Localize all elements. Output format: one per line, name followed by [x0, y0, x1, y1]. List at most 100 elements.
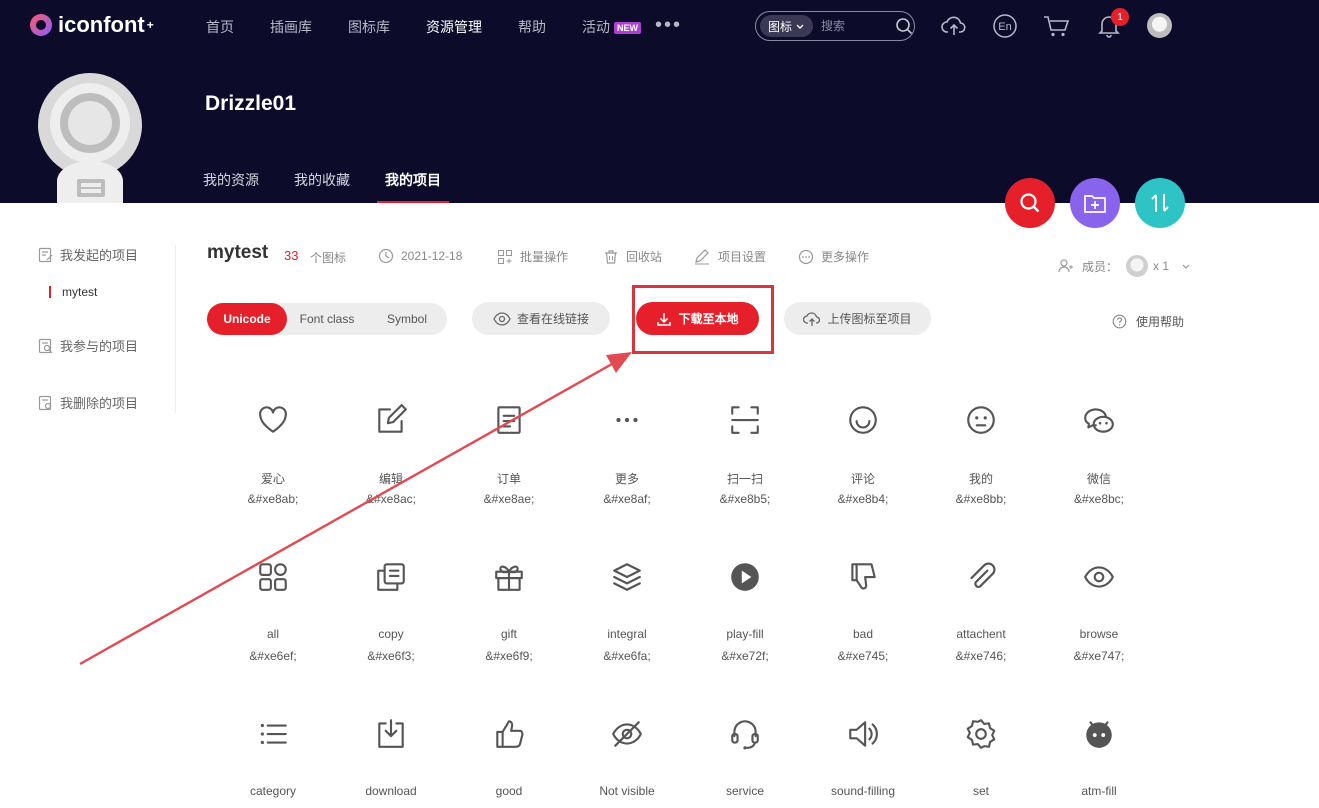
icon-card[interactable]: sound-filling [804, 714, 922, 806]
mode-unicode[interactable]: Unicode [207, 303, 287, 335]
icon-name: play-fill [726, 627, 764, 641]
nav-illustrations[interactable]: 插画库 [270, 17, 312, 37]
recycle-bin-button[interactable]: 回收站 [603, 248, 662, 265]
icon-card[interactable]: attachent &#xe746; [922, 557, 1040, 663]
icon-card[interactable]: browse &#xe747; [1040, 557, 1158, 663]
members-icon [1058, 259, 1073, 273]
cloud-upload-icon [803, 311, 821, 326]
document-settings-icon [38, 395, 52, 410]
username: Drizzle01 [205, 92, 297, 115]
comment-icon [804, 400, 922, 440]
icon-card[interactable]: 扫一扫 &#xe8b5; [686, 400, 804, 506]
search-type-select[interactable]: 图标 [760, 15, 814, 37]
icon-name: 编辑 [378, 472, 403, 486]
search-icon[interactable] [895, 17, 913, 35]
icon-card[interactable]: service [686, 714, 804, 806]
icon-unicode: &#xe8b5; [719, 492, 771, 506]
nav-icon-library[interactable]: 图标库 [348, 17, 390, 37]
usage-help-label: 使用帮助 [1136, 315, 1185, 329]
icon-card[interactable]: 评论 &#xe8b4; [804, 400, 922, 506]
icon-unicode: &#xe6fa; [603, 649, 651, 663]
nav-resource-management[interactable]: 资源管理 [426, 17, 482, 37]
icon-name: category [249, 784, 297, 798]
nav-activity[interactable]: 活动 NEW [582, 17, 641, 37]
project-date: 2021-12-18 [378, 248, 462, 264]
batch-operation-button[interactable]: 批量操作 [497, 248, 568, 265]
sidebar-item-deleted[interactable]: 我删除的项目 [38, 393, 138, 412]
upload-cloud-icon[interactable] [940, 12, 968, 40]
clock-icon [378, 248, 394, 264]
search-type-label: 图标 [768, 19, 793, 34]
document-search-icon [38, 338, 53, 353]
sidebar-item-label: 我参与的项目 [60, 339, 139, 354]
icon-card[interactable]: play-fill &#xe72f; [686, 557, 804, 663]
icon-name: 爱心 [260, 472, 285, 486]
icon-unicode: &#xe6f9; [485, 649, 533, 663]
search-input[interactable] [821, 19, 892, 33]
notification-count: 1 [1111, 8, 1129, 26]
profile-avatar [37, 73, 143, 203]
fab-search-button[interactable] [1005, 178, 1055, 228]
icon-card[interactable]: 编辑 &#xe8ac; [332, 400, 450, 506]
fab-sort-button[interactable] [1135, 178, 1185, 228]
category-icon [214, 714, 332, 754]
sidebar-project-mytest[interactable]: mytest [49, 286, 97, 298]
cart-icon[interactable] [1042, 12, 1070, 40]
tab-my-resources[interactable]: 我的资源 [203, 170, 259, 190]
icon-name: gift [500, 627, 517, 641]
upload-icons-button[interactable]: 上传图标至项目 [784, 302, 931, 335]
icon-card[interactable]: 我的 &#xe8bb; [922, 400, 1040, 506]
svg-text:En: En [998, 21, 1011, 33]
grid-icon [498, 249, 512, 264]
project-date-text: 2021-12-18 [401, 249, 463, 263]
nav-more-button[interactable]: ••• [655, 14, 682, 37]
icon-count-label: 个图标 [310, 251, 347, 265]
members-count: x 1 [1153, 259, 1170, 273]
icon-unicode: &#xe745; [837, 649, 889, 663]
icon-card[interactable]: atm-fill [1040, 714, 1158, 806]
icon-card[interactable]: Not visible [568, 714, 686, 806]
profile-tabs: 我的资源 我的收藏 我的项目 [203, 170, 476, 203]
mode-symbol[interactable]: Symbol [367, 303, 447, 335]
chevron-down-icon [796, 24, 804, 29]
notification-bell[interactable]: 1 [1095, 8, 1129, 40]
pencil-icon [695, 248, 709, 264]
not-visible-icon [568, 714, 686, 754]
icon-card[interactable]: copy &#xe6f3; [332, 557, 450, 663]
more-operations-button[interactable]: 更多操作 [798, 248, 869, 265]
nav-help[interactable]: 帮助 [518, 17, 546, 37]
icon-name: 更多 [614, 472, 639, 486]
icon-card[interactable]: set [922, 714, 1040, 806]
icon-name: Not visible [599, 784, 655, 798]
icon-card[interactable]: good [450, 714, 568, 806]
icon-card[interactable]: integral &#xe6fa; [568, 557, 686, 663]
icon-card[interactable]: category [214, 714, 332, 806]
icon-card[interactable]: gift &#xe6f9; [450, 557, 568, 663]
project-settings-button[interactable]: 项目设置 [693, 248, 766, 265]
icon-card[interactable]: all &#xe6ef; [214, 557, 332, 663]
icon-name: atm-fill [1081, 784, 1117, 798]
icon-card[interactable]: 爱心 &#xe8ab; [214, 400, 332, 506]
icon-unicode: &#xe8ac; [365, 492, 417, 506]
language-en-icon[interactable]: En [991, 12, 1019, 40]
icon-card[interactable]: download [332, 714, 450, 806]
icon-card[interactable]: 更多 &#xe8af; [568, 400, 686, 506]
search-icon [1020, 193, 1040, 213]
nav-home[interactable]: 首页 [206, 17, 234, 37]
icon-card[interactable]: 订单 &#xe8ae; [450, 400, 568, 506]
usage-help-link[interactable]: 使用帮助 [1112, 313, 1184, 330]
project-members[interactable]: 成员： x 1 [1058, 255, 1191, 277]
icon-card[interactable]: 微信 &#xe8bc; [1040, 400, 1158, 506]
user-avatar[interactable] [1147, 13, 1172, 38]
edit-icon [332, 400, 450, 440]
view-online-link-button[interactable]: 查看在线链接 [472, 302, 610, 335]
sidebar-item-joined[interactable]: 我参与的项目 [38, 336, 138, 355]
fab-new-folder-button[interactable] [1070, 178, 1120, 228]
iconfont-logo[interactable]: iconfont + [30, 12, 154, 38]
tab-my-favorites[interactable]: 我的收藏 [294, 170, 350, 190]
tab-my-projects[interactable]: 我的项目 [377, 170, 449, 203]
icon-card[interactable]: bad &#xe745; [804, 557, 922, 663]
icon-name: 我的 [968, 472, 993, 486]
sidebar-item-created[interactable]: 我发起的项目 [38, 245, 138, 264]
mode-font-class[interactable]: Font class [287, 303, 367, 335]
